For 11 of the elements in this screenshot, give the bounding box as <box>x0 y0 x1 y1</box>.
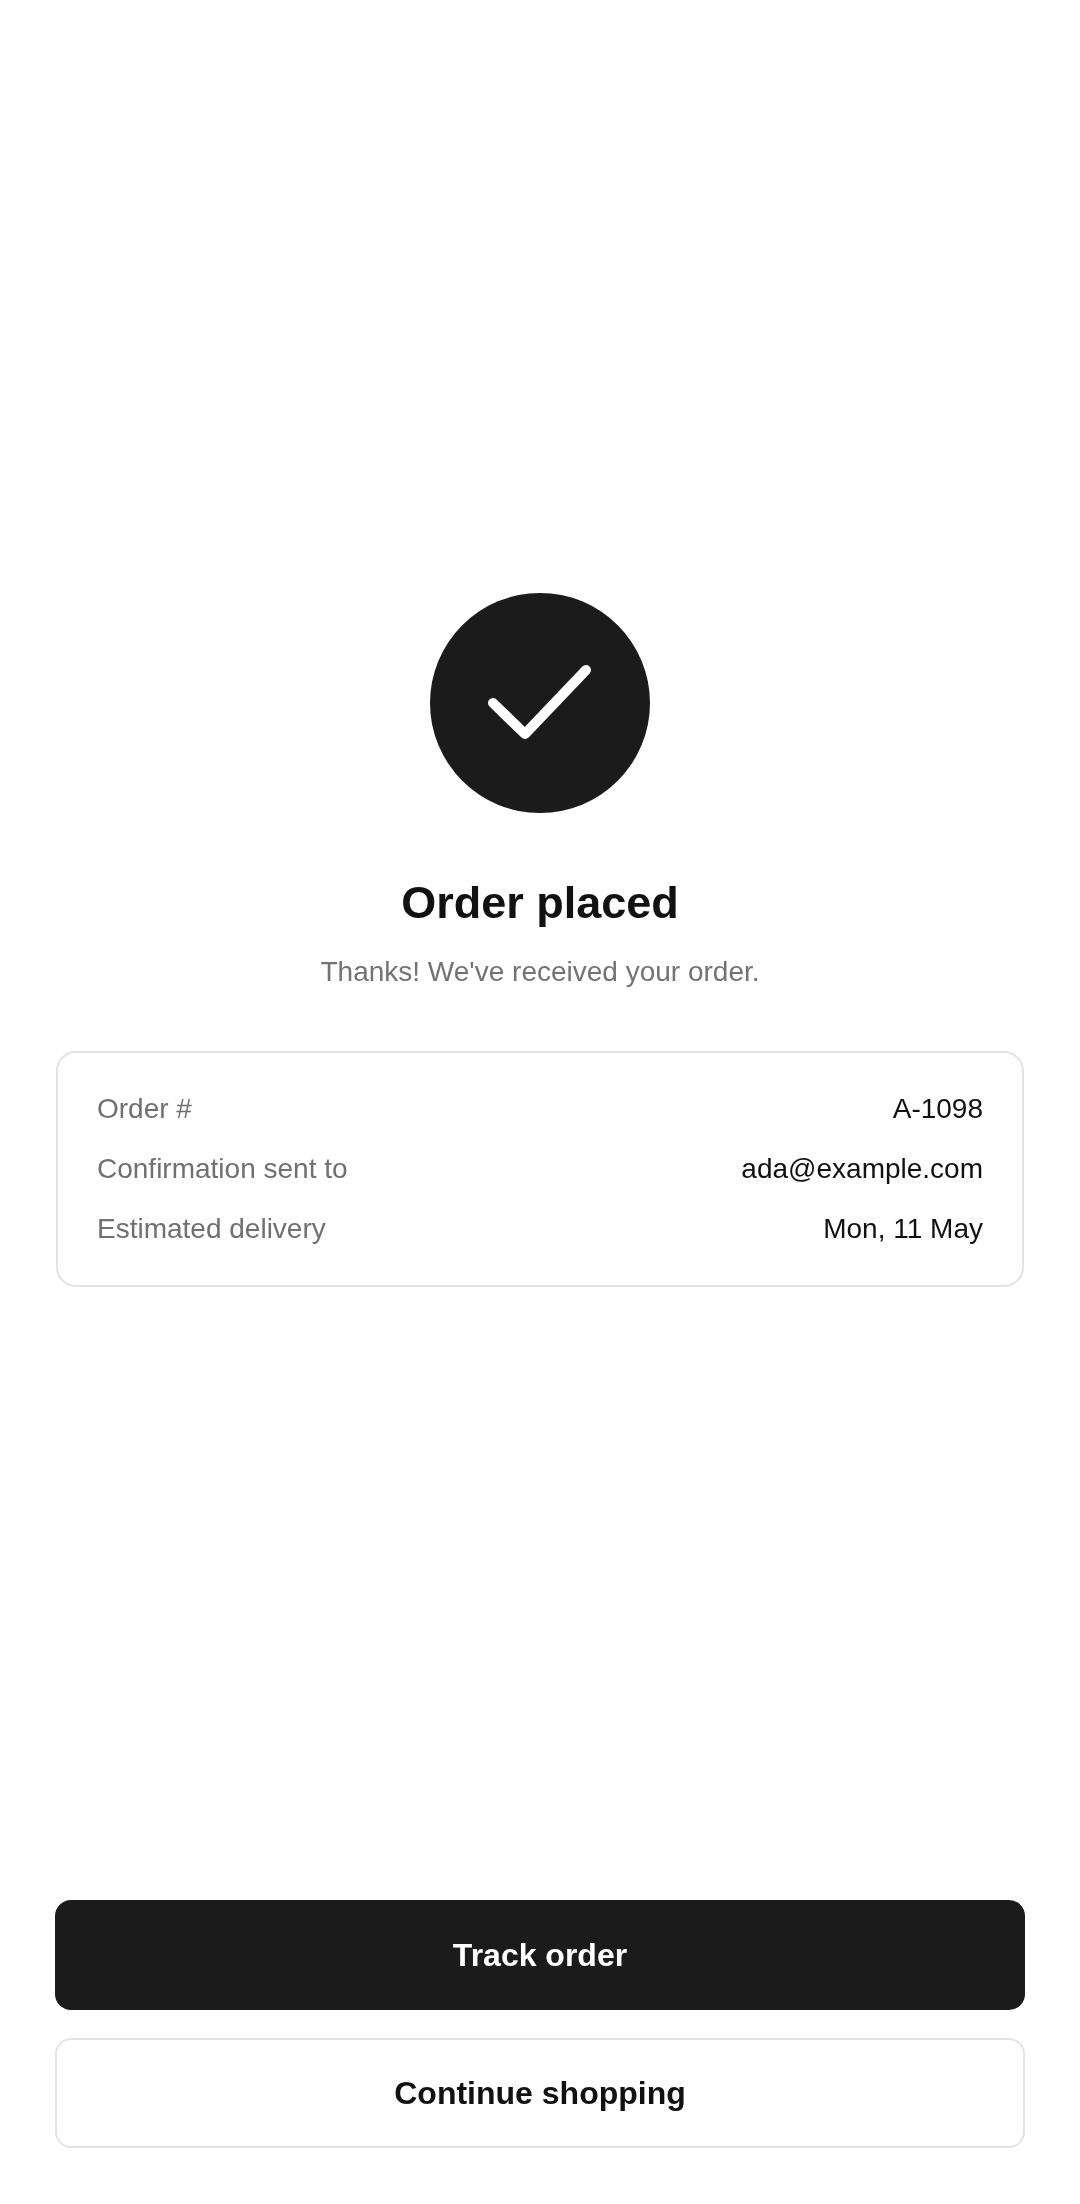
detail-value: ada@example.com <box>741 1152 983 1186</box>
detail-label: Confirmation sent to <box>97 1152 348 1186</box>
confirmation-message: Thanks! We've received your order. <box>320 955 760 989</box>
page-title: Order placed <box>401 876 679 930</box>
check-circle-icon <box>430 593 650 813</box>
detail-value: Mon, 11 May <box>823 1212 983 1246</box>
detail-label: Order # <box>97 1092 192 1126</box>
detail-value: A-1098 <box>892 1092 983 1126</box>
secondary-action-button[interactable]: Continue shopping <box>55 2038 1025 2148</box>
primary-action-button[interactable]: Track order <box>55 1900 1025 2010</box>
detail-label: Estimated delivery <box>97 1212 326 1246</box>
